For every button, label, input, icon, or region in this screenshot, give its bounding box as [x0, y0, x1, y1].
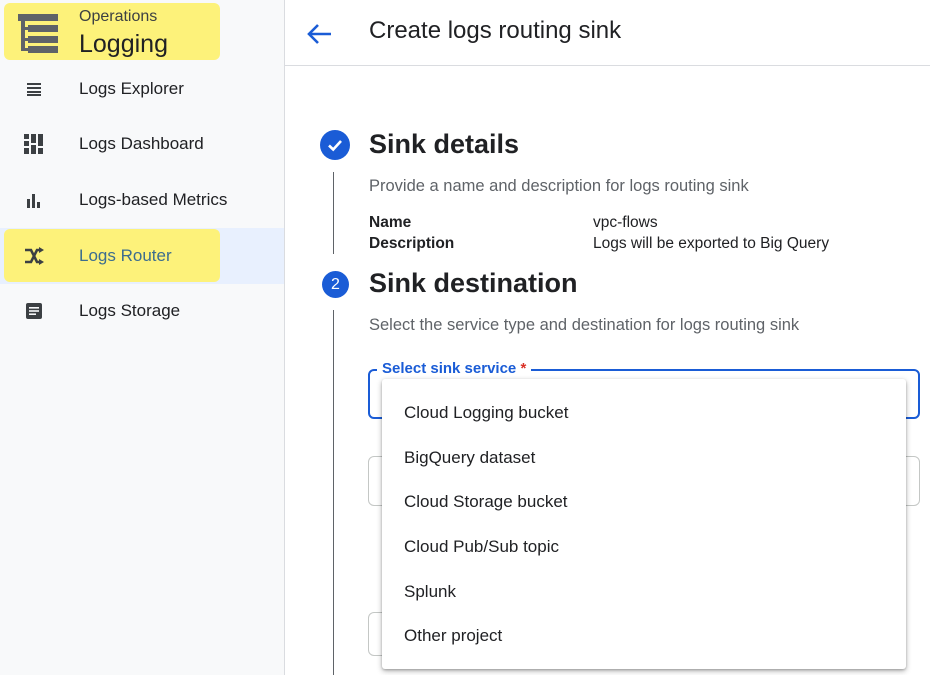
option-cloud-storage-bucket[interactable]: Cloud Storage bucket: [382, 480, 906, 525]
product-brand[interactable]: Operations Logging: [4, 3, 220, 60]
sidebar-item-label: Logs Dashboard: [79, 134, 204, 153]
field-value-name: vpc-flows: [593, 214, 658, 231]
option-cloud-logging-bucket[interactable]: Cloud Logging bucket: [382, 391, 906, 436]
dashboard-icon: [22, 132, 46, 156]
brand-subtitle: Operations: [79, 8, 158, 25]
sidebar-item-logs-explorer[interactable]: Logs Explorer: [0, 61, 284, 117]
sidebar-item-label: Logs Router: [79, 246, 172, 265]
field-key-name: Name: [369, 214, 412, 231]
page-title: Create logs routing sink: [369, 17, 622, 44]
sidebar-item-logs-dashboard[interactable]: Logs Dashboard: [0, 116, 284, 172]
brand-title: Logging: [79, 30, 168, 58]
sink-service-dropdown: Cloud Logging bucket BigQuery dataset Cl…: [382, 379, 906, 669]
step-title: Sink destination: [369, 268, 578, 298]
sidebar-item-label: Logs Storage: [79, 301, 181, 320]
option-other-project[interactable]: Other project: [382, 614, 906, 659]
option-bigquery-dataset[interactable]: BigQuery dataset: [382, 436, 906, 481]
step-connector: [333, 310, 334, 675]
bar-chart-icon: [22, 188, 46, 212]
option-splunk[interactable]: Splunk: [382, 569, 906, 614]
router-shuffle-icon: [22, 244, 46, 268]
option-cloud-pubsub-topic[interactable]: Cloud Pub/Sub topic: [382, 525, 906, 570]
step-number-badge: 2: [322, 271, 349, 298]
step-description: Provide a name and description for logs …: [369, 177, 749, 195]
step-connector: [333, 172, 334, 254]
sidebar: Operations Logging Logs Explorer Logs Da…: [0, 0, 285, 675]
select-label: Select sink service *: [377, 360, 532, 377]
page-header: Create logs routing sink: [285, 0, 930, 66]
step-title: Sink details: [369, 129, 520, 159]
arrow-back-icon[interactable]: [305, 19, 335, 49]
sidebar-item-logs-based-metrics[interactable]: Logs-based Metrics: [0, 172, 284, 228]
sidebar-item-label: Logs Explorer: [79, 79, 184, 98]
field-key-description: Description: [369, 235, 455, 252]
storage-icon: [22, 299, 46, 323]
sidebar-item-logs-router[interactable]: Logs Router: [0, 228, 284, 284]
sidebar-item-label: Logs-based Metrics: [79, 190, 228, 209]
list-icon: [22, 77, 46, 101]
check-icon: [328, 140, 342, 152]
field-value-description: Logs will be exported to Big Query: [593, 235, 830, 252]
logging-logo-icon: [18, 14, 58, 53]
step-complete-badge: [320, 130, 350, 160]
required-mark: *: [520, 360, 527, 377]
sidebar-item-logs-storage[interactable]: Logs Storage: [0, 283, 284, 339]
step-description: Select the service type and destination …: [369, 316, 800, 334]
